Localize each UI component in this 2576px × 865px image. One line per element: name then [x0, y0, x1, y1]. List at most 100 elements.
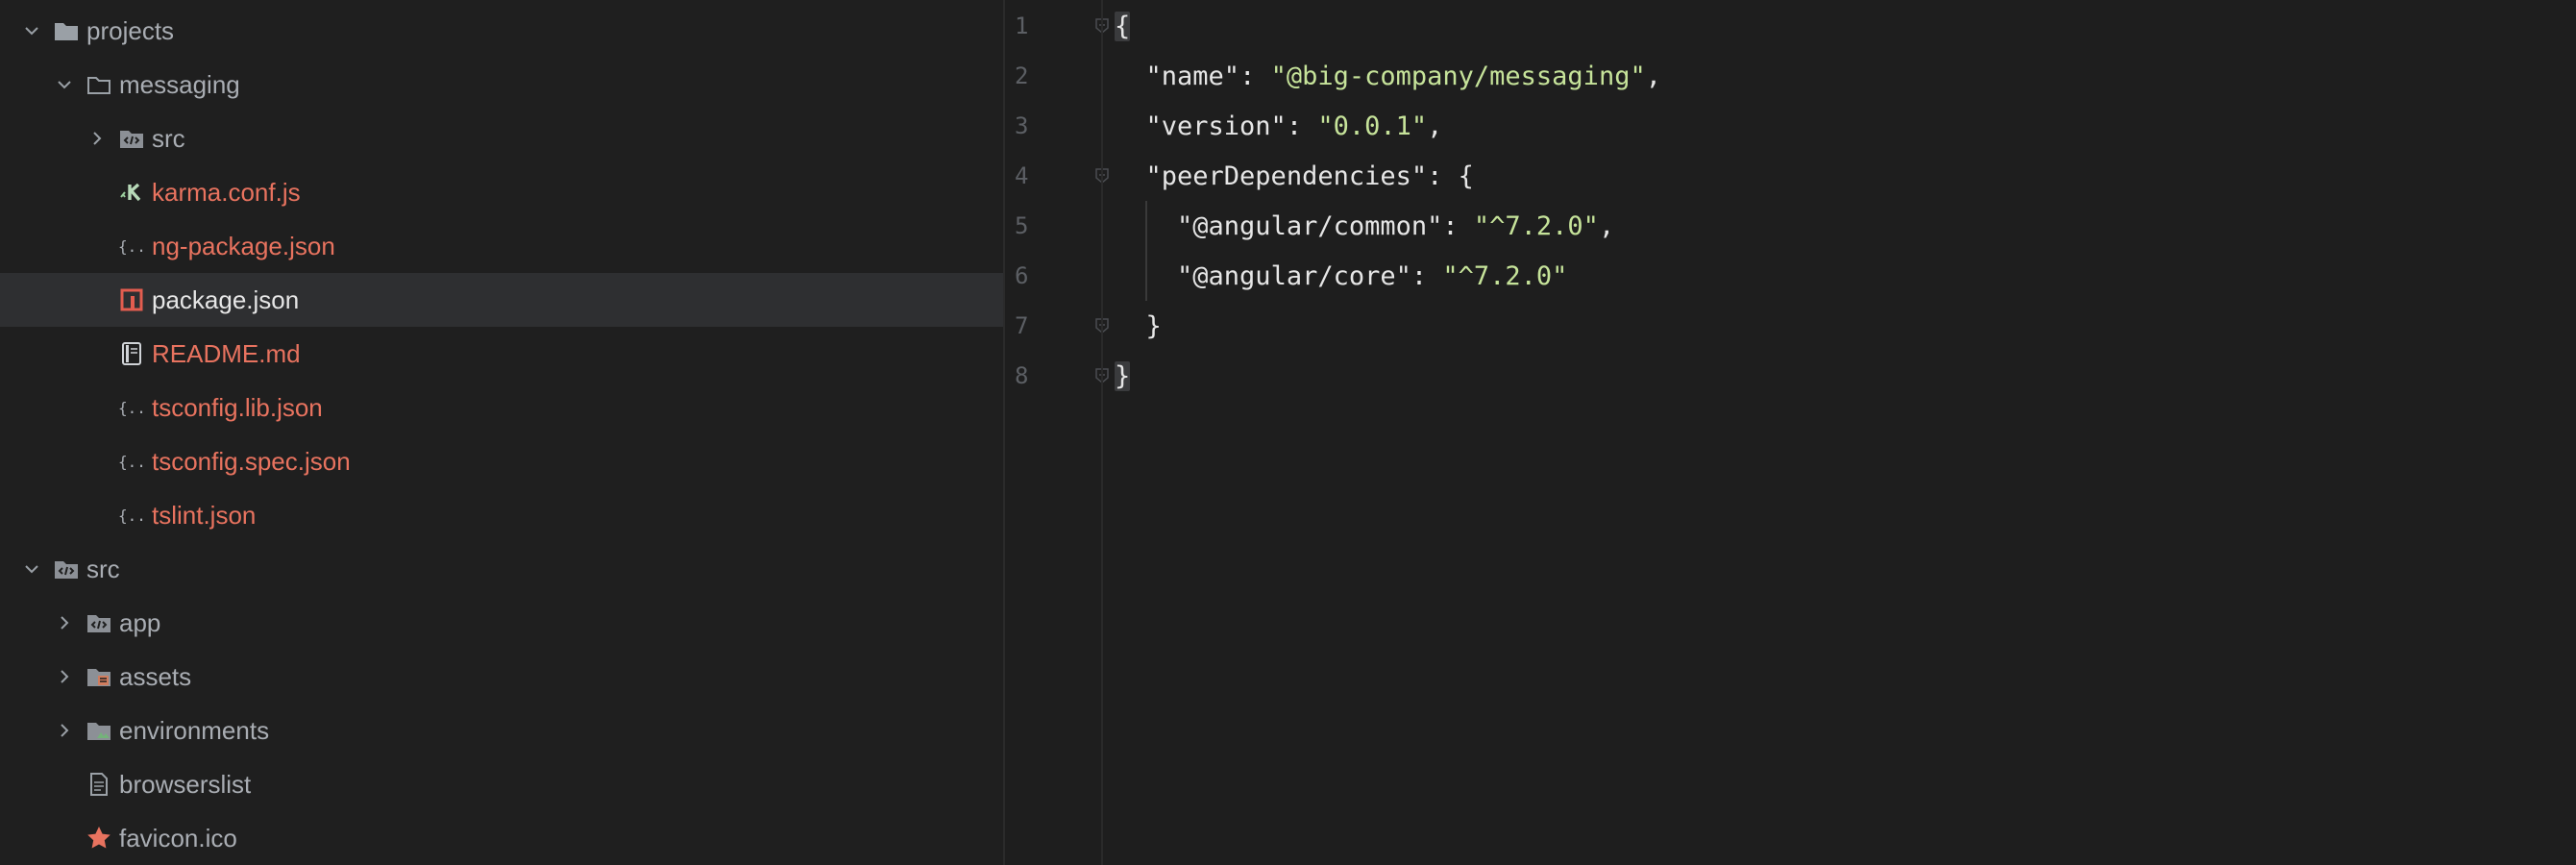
tree-item-environments[interactable]: environments — [0, 704, 1003, 757]
svg-text:{..}: {..} — [118, 399, 146, 417]
key-token: "@angular/core" — [1177, 260, 1411, 291]
tree-item-label: favicon.ico — [119, 823, 237, 853]
code-line[interactable]: } — [1115, 301, 1162, 351]
tree-item-browserslist[interactable]: browserslist — [0, 757, 1003, 811]
tree-item-package-json[interactable]: package.json — [0, 273, 1003, 327]
star-icon — [85, 824, 113, 853]
code-editor[interactable]: 1 2 3 4 5 6 7 8 { "name": "@big-company/messagi… — [1005, 0, 2576, 865]
punctuation-token: } — [1115, 310, 1162, 341]
punctuation-token: : — [1286, 111, 1318, 141]
punctuation-token — [1115, 211, 1177, 241]
line-gutter: 1 2 3 4 5 6 7 8 — [1005, 0, 1109, 865]
tree-item-label: messaging — [119, 69, 240, 99]
tree-item-messaging[interactable]: messaging — [0, 58, 1003, 111]
line-number: 3 — [1015, 112, 1029, 139]
tree-item-readme-md[interactable]: README.md — [0, 327, 1003, 381]
chevron-down-icon[interactable] — [21, 20, 42, 41]
line-number: 1 — [1015, 12, 1029, 39]
key-token: "name" — [1145, 61, 1240, 91]
punctuation-token: : — [1411, 260, 1443, 291]
tree-item-label: projects — [86, 15, 175, 45]
punctuation-token: , — [1645, 61, 1661, 91]
tree-item-app[interactable]: app — [0, 596, 1003, 650]
ide-window: projects messaging src karma.conf.js {..} ng-… — [0, 0, 2576, 865]
punctuation-token: { — [1115, 11, 1131, 41]
tree-item-tsconfig-lib-json[interactable]: {..} tsconfig.lib.json — [0, 381, 1003, 434]
tree-item-label: environments — [119, 715, 270, 745]
tree-item-label: app — [119, 607, 161, 637]
punctuation-token: , — [1427, 111, 1443, 141]
tree-item-projects[interactable]: projects — [0, 4, 1003, 58]
punctuation-token — [1115, 261, 1177, 291]
json-icon: {..} — [117, 232, 146, 260]
tree-item-label: tsconfig.spec.json — [152, 446, 351, 476]
tree-item-label: src — [86, 554, 120, 583]
chevron-down-icon[interactable] — [54, 74, 75, 95]
tree-item-src[interactable]: src — [0, 542, 1003, 596]
chevron-down-icon[interactable] — [21, 558, 42, 580]
code-line[interactable]: } — [1115, 351, 1131, 401]
markdown-icon — [117, 339, 146, 368]
chevron-right-icon[interactable] — [54, 666, 75, 687]
tree-item-label: tslint.json — [152, 500, 257, 530]
svg-text:{..}: {..} — [118, 453, 146, 471]
svg-text:{..}: {..} — [118, 237, 146, 256]
punctuation-token: : { — [1427, 161, 1474, 191]
line-number: 2 — [1015, 62, 1029, 89]
assets-folder-icon — [85, 662, 113, 691]
source-folder-icon — [117, 124, 146, 153]
line-number: 8 — [1015, 362, 1029, 389]
tree-item-ng-package-json[interactable]: {..} ng-package.json — [0, 219, 1003, 273]
svg-text:{..}: {..} — [118, 507, 146, 525]
json-icon: {..} — [117, 393, 146, 422]
tree-item-label: assets — [119, 661, 192, 691]
key-token: "peerDependencies" — [1145, 161, 1428, 191]
json-icon: {..} — [117, 501, 146, 530]
text-file-icon — [85, 770, 113, 799]
tree-item-label: package.json — [152, 284, 300, 314]
tree-item-src[interactable]: src — [0, 111, 1003, 165]
key-token: "version" — [1145, 111, 1287, 141]
tree-item-label: ng-package.json — [152, 231, 335, 260]
project-tree: projects messaging src karma.conf.js {..} ng-… — [0, 0, 1003, 865]
code-line[interactable]: "@angular/core": "^7.2.0" — [1115, 251, 1567, 301]
code-line[interactable]: { — [1115, 1, 1131, 51]
line-number: 6 — [1015, 262, 1029, 289]
punctuation-token: : — [1239, 61, 1271, 91]
key-token: "@angular/common" — [1177, 210, 1443, 241]
tree-item-favicon-ico[interactable]: favicon.ico — [0, 811, 1003, 865]
tree-item-karma-conf-js[interactable]: karma.conf.js — [0, 165, 1003, 219]
tree-item-label: tsconfig.lib.json — [152, 392, 323, 422]
npm-icon — [117, 285, 146, 314]
string-token: "^7.2.0" — [1442, 260, 1568, 291]
string-token: "@big-company/messaging" — [1270, 61, 1646, 91]
code-line[interactable]: "name": "@big-company/messaging", — [1115, 51, 1661, 101]
code-line[interactable]: "version": "0.0.1", — [1115, 101, 1443, 151]
punctuation-token — [1115, 62, 1146, 91]
folder-outline-icon — [85, 70, 113, 99]
punctuation-token — [1115, 111, 1146, 141]
line-number: 5 — [1015, 212, 1029, 239]
tree-item-tsconfig-spec-json[interactable]: {..} tsconfig.spec.json — [0, 434, 1003, 488]
chevron-right-icon[interactable] — [54, 612, 75, 633]
string-token: "^7.2.0" — [1473, 210, 1599, 241]
tree-item-assets[interactable]: assets — [0, 650, 1003, 704]
karma-icon — [117, 178, 146, 207]
code-line[interactable]: "peerDependencies": { — [1115, 151, 1474, 201]
tree-item-label: README.md — [152, 338, 301, 368]
source-folder-icon — [85, 608, 113, 637]
punctuation-token: } — [1115, 360, 1131, 391]
chevron-right-icon[interactable] — [86, 128, 108, 149]
image-folder-icon — [85, 716, 113, 745]
code-line[interactable]: "@angular/common": "^7.2.0", — [1115, 201, 1614, 251]
tree-item-tslint-json[interactable]: {..} tslint.json — [0, 488, 1003, 542]
chevron-right-icon[interactable] — [54, 720, 75, 741]
punctuation-token — [1115, 161, 1146, 191]
